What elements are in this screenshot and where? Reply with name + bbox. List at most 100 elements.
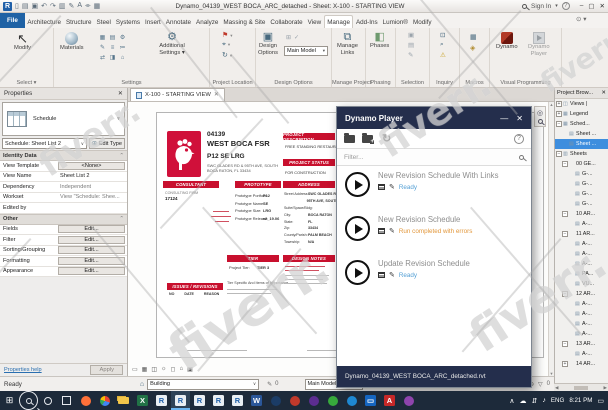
tree-item[interactable]: ▤ G-... [555,189,608,199]
save-selection-icon[interactable]: ▣ [408,31,414,39]
script-item[interactable]: New Revision Schedule With Links ✎ Ready [337,166,531,210]
tree-item-selected[interactable]: ▤ Sheet ... [555,139,608,149]
tray-expand-icon[interactable]: ∧ [509,397,514,405]
warnings-icon[interactable]: ⚠ [440,51,446,59]
scrollbar-thumb[interactable] [574,385,588,390]
browser-h-scrollbar[interactable]: ◀ ▶ [554,383,608,391]
property-row[interactable]: Workset View "Schedule: Shee... [0,192,127,203]
ribbon-tab[interactable]: Analyze [194,16,221,28]
close-icon[interactable]: ✕ [118,90,123,97]
ribbon-tab[interactable]: Massing & Site [221,16,268,28]
coordinates-icon[interactable]: ⌖ ▾ [222,41,233,49]
workset-select[interactable]: Building ∨ [147,378,260,390]
tree-item[interactable]: − 12 AR... [555,289,608,299]
ribbon-tab[interactable]: Add-Ins [353,16,380,28]
tree-item[interactable]: + ▦ Legend [555,109,608,119]
type-selector[interactable]: Schedule ▼ [2,102,125,136]
modify-button[interactable]: ↖ Modify [14,32,31,52]
view-control-icon[interactable]: ▦ [142,366,148,373]
tree-item[interactable]: ▤ Sheet ... [555,129,608,139]
settings-mini-icon[interactable]: ⌂ [118,53,127,62]
minimize-icon[interactable]: — [500,114,508,123]
tree-item[interactable]: ▤ VU... [555,279,608,289]
tree-item[interactable]: ▤ G-... [555,199,608,209]
close-icon[interactable]: ✕ [601,90,606,96]
phases-button[interactable]: ◧ Phases [370,32,389,50]
tree-item[interactable]: ▤ G-... [555,169,608,179]
ribbon-tab[interactable]: Systems [113,16,142,28]
design-options-button[interactable]: ▣ Design Options [258,32,278,56]
macro-manager-icon[interactable]: ▦ [470,33,477,41]
property-row[interactable]: Fields Edit... [0,224,127,235]
sign-in-button[interactable]: Sign In [531,3,551,10]
ribbon-tab[interactable]: Collaborate [268,16,305,28]
revit-icon[interactable]: R [190,391,209,410]
task-view-icon[interactable] [57,391,76,410]
select-by-id-icon[interactable]: ⌕ [440,41,446,49]
save-icon[interactable]: ▣ [31,2,38,10]
play-button[interactable] [345,260,370,285]
filter-input[interactable]: Filter... [337,149,531,166]
view-tab-active[interactable]: X-100 - STARTING VIEW ✕ [130,88,225,101]
redo-icon[interactable]: ↷ [50,2,56,10]
property-row[interactable]: Dependency Independent [0,182,127,193]
grid-icon[interactable]: ▦ [94,2,101,10]
edit-inputs-icon[interactable]: ✎ [389,272,395,279]
expander-icon[interactable]: − [562,211,568,217]
close-button[interactable]: ✕ [600,2,605,10]
tree-item[interactable]: ▤ A-... [555,349,608,359]
measure-icon[interactable]: ⌯ [85,2,91,10]
tree-item[interactable]: − ▦ Sched... [555,119,608,129]
app-icon[interactable] [399,391,418,410]
open-icon[interactable]: ▤ [22,2,29,10]
minimize-button[interactable]: – [580,2,584,10]
play-button[interactable] [345,172,370,197]
expander-icon[interactable]: + [556,101,562,107]
view-control-icon[interactable]: ▭ [132,366,138,373]
apply-button[interactable]: Apply [90,365,123,375]
expander-icon[interactable]: − [562,291,568,297]
section-identity-data[interactable]: Identity Data ⌃ [0,150,127,161]
additional-settings-button[interactable]: ⚙ Additional Settings ▾ [142,32,202,56]
app-icon[interactable] [285,391,304,410]
refresh-icon[interactable]: ↻ [382,132,391,145]
acrobat-icon[interactable]: A [380,391,399,410]
dynamo-button[interactable]: Dynamo [496,32,518,51]
expander-icon[interactable] [568,171,574,177]
property-row[interactable]: Formatting Edit... [0,256,127,267]
tree-item[interactable]: ▤ A-... [555,299,608,309]
volume-icon[interactable]: ♪ [542,397,546,404]
start-button[interactable]: ⊞ [0,391,19,410]
tree-item[interactable]: + 14 AR... [555,359,608,369]
view-control-icon[interactable]: ◫ [151,366,157,373]
tree-item[interactable]: + ◫ Views | [555,99,608,109]
word-icon[interactable]: W [247,391,266,410]
edit-inputs-icon[interactable]: ✎ [389,184,395,191]
tab-file[interactable]: File [0,13,25,28]
view-control-icon[interactable]: ▣ [187,366,193,373]
status-icon[interactable]: 0 [547,381,550,388]
settings-mini-icon[interactable]: ✎ [98,43,107,52]
property-row[interactable]: Filter Edit... [0,235,127,246]
property-row[interactable]: View Name Sheet List 2 [0,171,127,182]
tree-item[interactable]: ▤ A-... [555,319,608,329]
ribbon-tab[interactable]: View [305,16,324,28]
scroll-up-icon[interactable]: ▲ [550,102,554,107]
status-icon[interactable]: 0 [275,381,278,388]
property-row[interactable]: Sorting/Grouping Edit... [0,245,127,256]
property-row[interactable]: Appearance Edit... [0,266,127,277]
ribbon-tab[interactable]: Architecture [25,16,64,28]
ribbon-tab[interactable]: Annotate [163,16,193,28]
expander-icon[interactable] [568,301,574,307]
cortana-icon[interactable] [38,391,57,410]
help-icon[interactable]: ? [514,133,524,144]
firefox-icon[interactable] [76,391,95,410]
expander-icon[interactable]: − [562,231,568,237]
tree-item[interactable]: − 11 AR... [555,229,608,239]
expander-icon[interactable]: − [562,161,568,167]
modify-options-icon[interactable]: ⊙ ▾ [576,15,587,23]
expander-icon[interactable] [568,201,574,207]
expander-icon[interactable]: − [556,121,562,127]
settings-mini-icon[interactable]: ⚙ [118,33,127,42]
ribbon-tab[interactable]: Modify [410,16,434,28]
